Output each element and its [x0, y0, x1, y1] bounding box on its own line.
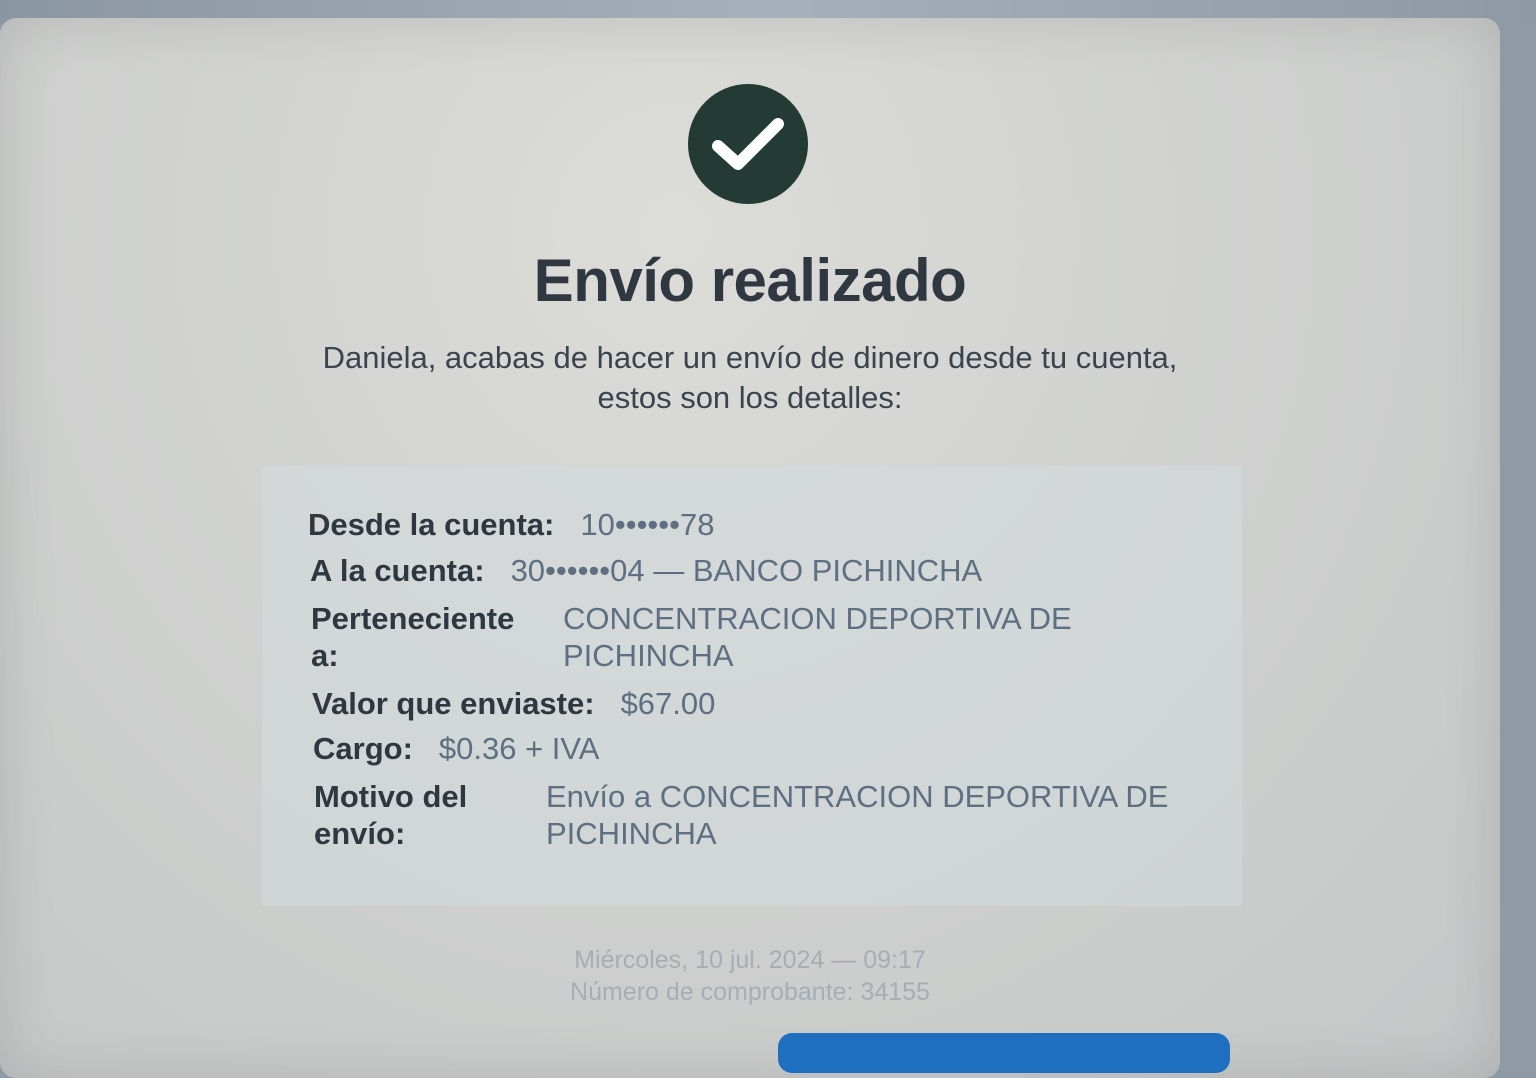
fee-row: Cargo: $0.36 + IVA — [313, 730, 1213, 767]
reason-row: Motivo del envío: Envío a CONCENTRACION … — [314, 778, 1214, 852]
amount-label: Valor que enviaste: — [312, 686, 595, 721]
from-account-value: 10••••••78 — [580, 507, 715, 542]
page-title: Envío realizado — [533, 247, 967, 314]
primary-action-button[interactable] — [778, 1033, 1230, 1073]
owner-value: CONCENTRACION DEPORTIVA DE PICHINCHA — [563, 601, 1072, 673]
to-account-value: 30••••••04 — BANCO PICHINCHA — [510, 553, 983, 588]
to-account-row: A la cuenta: 30••••••04 — BANCO PICHINCH… — [310, 552, 1210, 589]
checkmark-icon — [712, 118, 784, 170]
amount-row: Valor que enviaste: $67.00 — [312, 685, 1212, 722]
owner-row: Perteneciente a: CONCENTRACION DEPORTIVA… — [311, 600, 1211, 674]
to-account-label: A la cuenta: — [310, 553, 485, 588]
receipt-number: Número de comprobante: 34155 — [570, 978, 930, 1006]
reason-label: Motivo del envío: — [314, 779, 468, 851]
reason-value: Envío a CONCENTRACION DEPORTIVA DE PICHI… — [546, 779, 1169, 851]
amount-value: $67.00 — [620, 686, 716, 721]
from-account-label: Desde la cuenta: — [308, 507, 555, 542]
transaction-datetime: Miércoles, 10 jul. 2024 — 09:17 — [574, 946, 926, 974]
check-circle-icon — [688, 84, 808, 204]
confirmation-screen: Envío realizado Daniela, acabas de hacer… — [0, 18, 1500, 1078]
fee-value: $0.36 + IVA — [438, 731, 600, 766]
from-account-row: Desde la cuenta: 10••••••78 — [308, 506, 1208, 543]
fee-label: Cargo: — [313, 731, 413, 766]
owner-label: Perteneciente a: — [311, 601, 515, 673]
confirmation-message: Daniela, acabas de hacer un envío de din… — [322, 340, 1178, 415]
